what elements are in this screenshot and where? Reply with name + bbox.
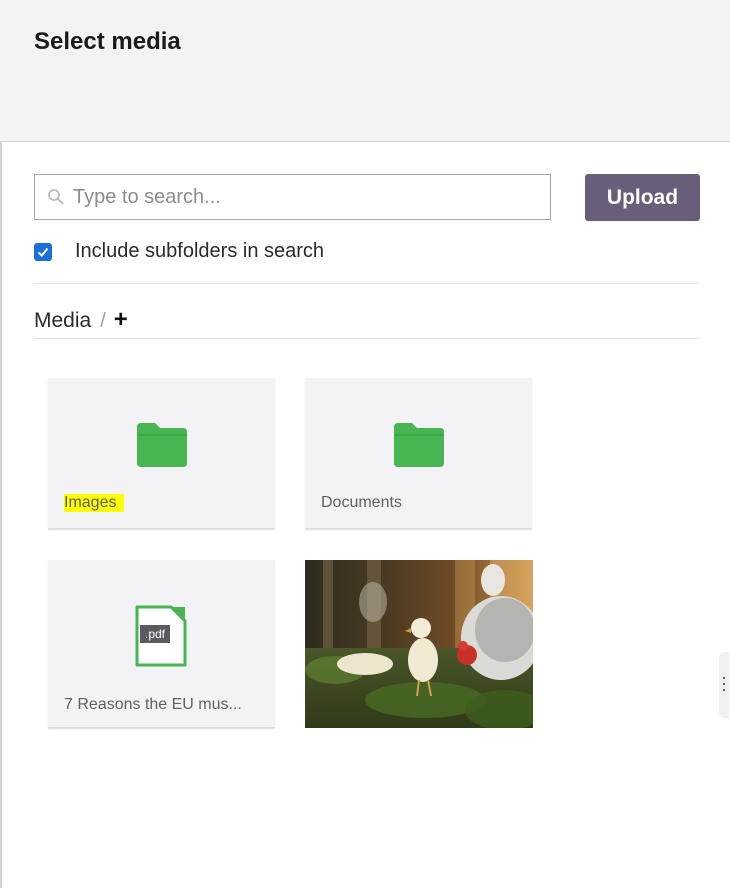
divider — [34, 338, 700, 339]
file-name: 7 Reasons the EU mus... — [64, 696, 242, 713]
image-thumbnail[interactable] — [305, 560, 533, 728]
include-subfolders-checkbox[interactable] — [34, 243, 52, 261]
folder-tile-documents[interactable]: Documents — [305, 378, 532, 528]
divider — [34, 283, 700, 284]
folder-name: Images — [64, 494, 125, 512]
search-box[interactable] — [34, 174, 551, 220]
dialog-title: Select media — [34, 28, 181, 55]
pdf-file-icon: .pdf — [135, 605, 187, 667]
folder-name: Documents — [321, 494, 402, 511]
breadcrumb: Media / + — [34, 306, 128, 336]
file-tile-pdf[interactable]: .pdf 7 Reasons the EU mus... — [48, 560, 275, 727]
breadcrumb-separator: / — [100, 310, 106, 332]
chicken-photo-image — [305, 560, 533, 728]
dialog-header: Select media — [0, 0, 730, 142]
add-folder-button[interactable]: + — [114, 306, 128, 333]
upload-button[interactable]: Upload — [585, 174, 700, 221]
folder-icon — [394, 423, 444, 467]
folder-tile-images[interactable]: Images — [48, 378, 275, 528]
search-icon — [48, 189, 64, 205]
checkmark-icon — [37, 247, 49, 257]
breadcrumb-root-media[interactable]: Media — [34, 309, 91, 332]
file-type-badge: .pdf — [145, 627, 166, 641]
search-input[interactable] — [73, 175, 543, 219]
resize-handle[interactable] — [719, 652, 729, 718]
include-subfolders-label: Include subfolders in search — [75, 240, 325, 262]
folder-icon — [137, 423, 187, 467]
